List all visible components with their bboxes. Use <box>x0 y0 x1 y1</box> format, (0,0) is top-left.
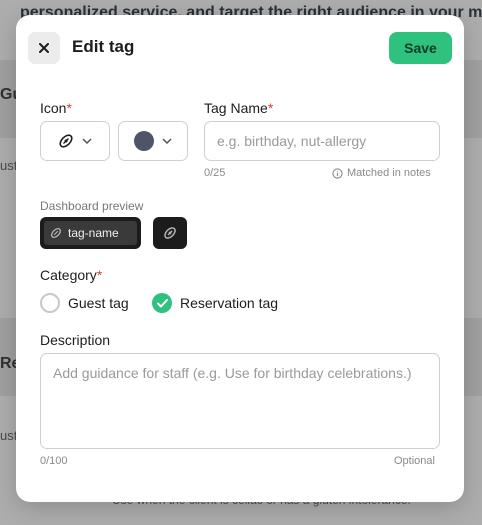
close-icon <box>39 43 49 53</box>
chevron-down-icon <box>162 138 172 144</box>
color-select[interactable] <box>118 121 188 161</box>
matched-hint: Matched in notes <box>332 167 431 179</box>
preview-label: Dashboard preview <box>40 199 144 213</box>
check-icon <box>156 298 168 307</box>
chevron-down-icon <box>82 138 92 144</box>
close-button[interactable] <box>28 32 60 64</box>
football-icon <box>51 228 61 238</box>
description-textarea[interactable] <box>40 353 440 449</box>
football-icon <box>59 134 73 148</box>
football-icon <box>164 227 176 239</box>
reservation-tag-radio[interactable] <box>152 293 172 313</box>
description-counter: 0/100 <box>40 455 68 467</box>
edit-tag-modal: Edit tag Save Icon* Tag Name* 0/25 Match… <box>16 15 464 502</box>
category-label: Category* <box>40 267 103 283</box>
matched-hint-text: Matched in notes <box>347 167 431 179</box>
preview-chip-text: tag-name <box>68 226 119 240</box>
guest-tag-radio[interactable] <box>40 293 60 313</box>
tag-name-label: Tag Name* <box>204 100 274 116</box>
save-button[interactable]: Save <box>389 32 452 64</box>
color-swatch <box>134 131 154 151</box>
optional-label: Optional <box>394 455 435 467</box>
preview-icon-chip <box>153 217 187 249</box>
modal-title: Edit tag <box>72 37 135 56</box>
guest-tag-label[interactable]: Guest tag <box>68 295 129 311</box>
description-label: Description <box>40 332 111 348</box>
tag-name-input[interactable] <box>204 121 440 161</box>
info-icon <box>332 167 343 179</box>
tag-name-counter: 0/25 <box>204 167 226 179</box>
icon-label: Icon* <box>40 100 72 116</box>
reservation-tag-label[interactable]: Reservation tag <box>180 295 278 311</box>
preview-chip: tag-name <box>40 217 141 249</box>
icon-select[interactable] <box>40 121 110 161</box>
